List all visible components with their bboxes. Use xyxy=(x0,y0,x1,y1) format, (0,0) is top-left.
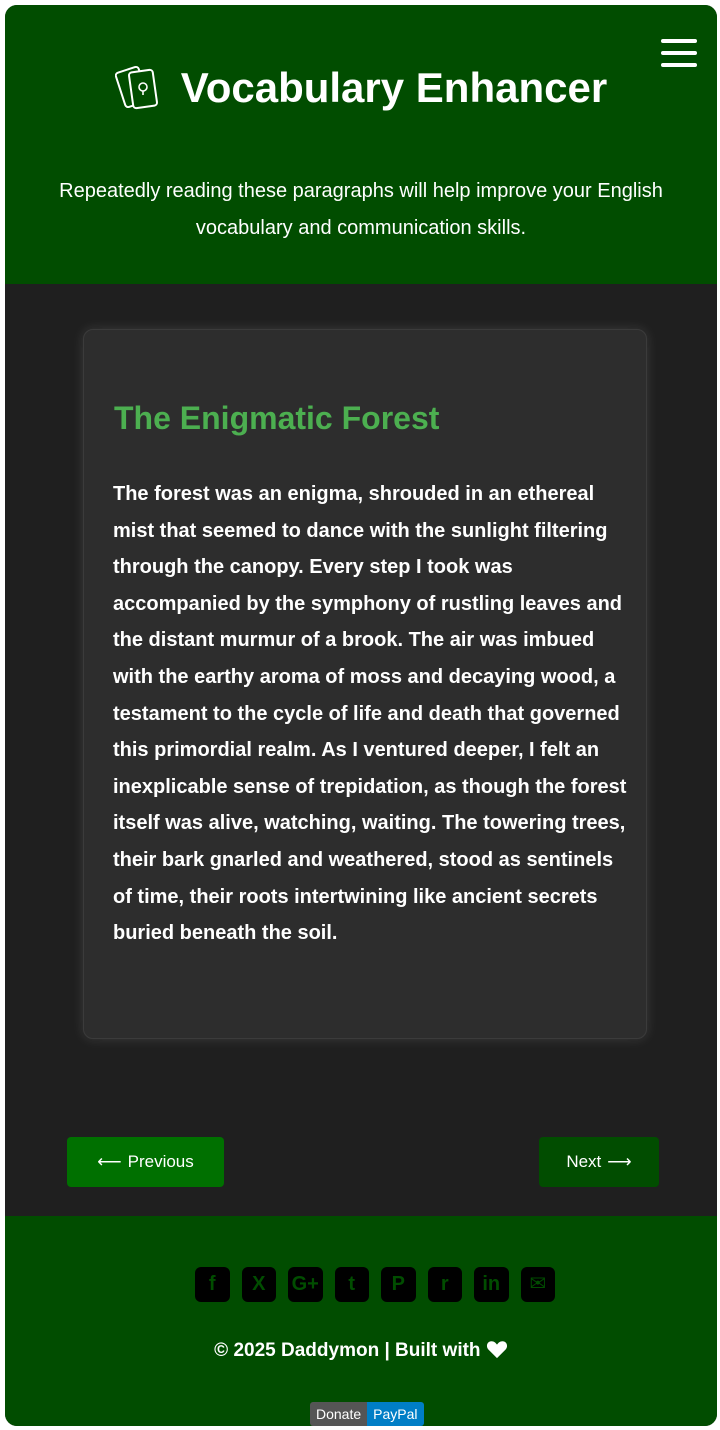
next-button[interactable]: Next ⟶ xyxy=(539,1137,659,1187)
x-glyph: X xyxy=(252,1273,266,1295)
google-plus-glyph: G+ xyxy=(291,1273,319,1295)
pinterest-icon[interactable]: P xyxy=(381,1266,416,1302)
email-icon[interactable]: ✉ xyxy=(520,1266,555,1302)
donate-paypal-badge[interactable]: Donate PayPal xyxy=(310,1402,424,1426)
app-title: Vocabulary Enhancer xyxy=(180,64,608,111)
heart-icon xyxy=(486,1341,507,1359)
tumblr-glyph: t xyxy=(348,1273,356,1295)
site-header: Vocabulary Enhancer Repeatedly reading t… xyxy=(5,5,717,284)
google-plus-icon[interactable]: G+ xyxy=(288,1266,323,1302)
previous-label: Previous xyxy=(127,1152,194,1171)
app-container: Vocabulary Enhancer Repeatedly reading t… xyxy=(5,5,717,1426)
reddit-glyph: r xyxy=(440,1273,449,1295)
reddit-icon[interactable]: r xyxy=(427,1266,462,1302)
tagline: Repeatedly reading these paragraphs will… xyxy=(59,180,663,239)
donate-label: Donate xyxy=(310,1402,368,1426)
email-glyph: ✉ xyxy=(529,1273,547,1295)
arrow-right-icon: ⟶ xyxy=(607,1152,632,1171)
flashcards-icon xyxy=(114,65,158,110)
next-label: Next xyxy=(566,1152,602,1171)
linkedin-icon[interactable]: in xyxy=(474,1266,509,1302)
linkedin-glyph: in xyxy=(482,1273,501,1295)
social-links: f X G+ t P r in ✉ xyxy=(195,1264,555,1304)
paypal-label: PayPal xyxy=(367,1402,424,1426)
pinterest-glyph: P xyxy=(391,1273,405,1295)
paragraph-text: The forest was an enigma, shrouded in an… xyxy=(113,483,627,945)
arrow-left-icon: ⟵ xyxy=(97,1152,122,1171)
brand: Vocabulary Enhancer xyxy=(5,57,717,121)
site-footer: f X G+ t P r in ✉ © 2025 Daddymon | Buil… xyxy=(5,1216,717,1426)
copyright: © 2025 Daddymon | Built with xyxy=(5,1339,717,1362)
facebook-icon[interactable]: f xyxy=(195,1266,230,1302)
copyright-icon: © xyxy=(214,1340,229,1361)
paragraph-card: The Enigmatic Forest The forest was an e… xyxy=(83,329,647,1039)
copyright-text: 2025 Daddymon | Built with xyxy=(233,1340,481,1361)
paragraph-title: The Enigmatic Forest xyxy=(114,400,440,436)
x-icon[interactable]: X xyxy=(241,1266,276,1302)
facebook-glyph: f xyxy=(208,1273,216,1295)
tumblr-icon[interactable]: t xyxy=(334,1266,369,1302)
previous-button[interactable]: ⟵ Previous xyxy=(67,1137,224,1187)
